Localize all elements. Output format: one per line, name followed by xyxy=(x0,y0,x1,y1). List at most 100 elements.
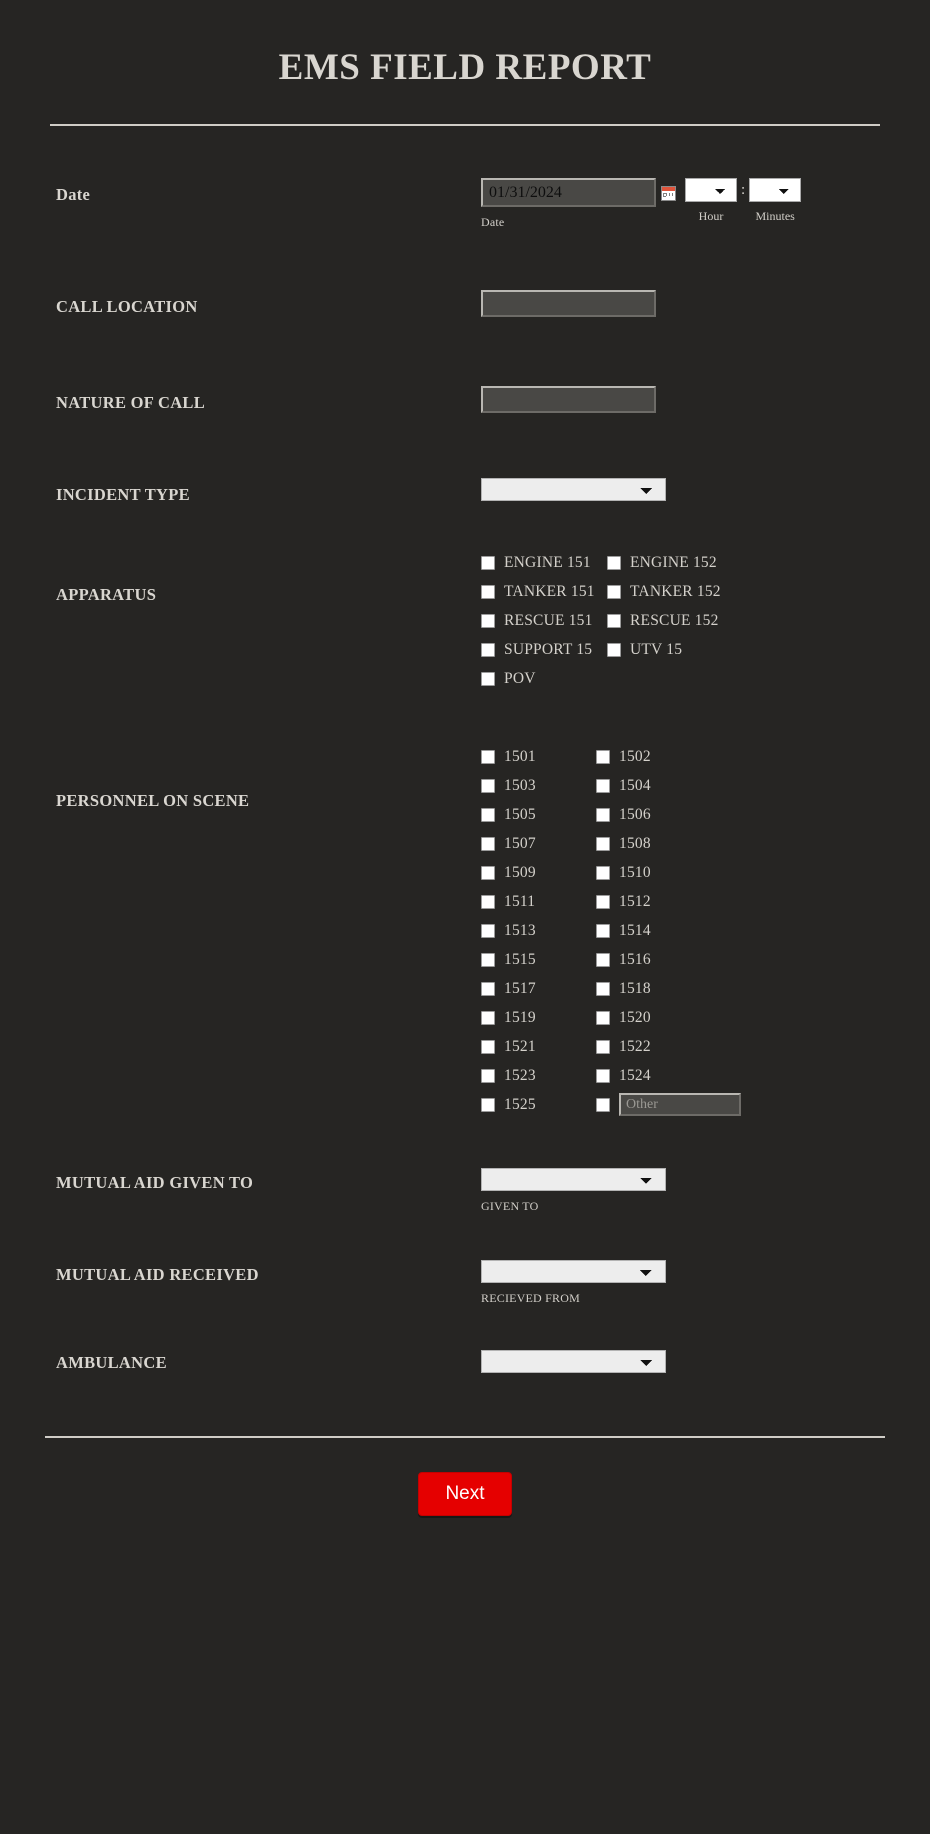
checkbox-engine-151[interactable] xyxy=(481,555,495,570)
checkbox-other[interactable] xyxy=(596,1097,610,1112)
ambulance-row: AMBULANCE xyxy=(0,1322,930,1402)
checkbox-option: 1510 xyxy=(596,858,651,887)
checkbox-label: 1516 xyxy=(619,950,651,968)
personnel-other-option xyxy=(596,1090,741,1119)
personnel-checkbox-grid: 1501 1502 1503 1504 1505 1506 1507 1508 1509 1510… xyxy=(481,742,900,1119)
checkbox-rescue-151[interactable] xyxy=(481,613,495,628)
mutual-aid-received-field: RECIEVED FROM xyxy=(481,1260,900,1306)
checkbox-label: 1522 xyxy=(619,1037,651,1055)
checkbox-1521[interactable] xyxy=(481,1039,495,1054)
mutual-aid-given-select[interactable] xyxy=(481,1168,666,1191)
checkbox-1520[interactable] xyxy=(596,1010,610,1025)
checkbox-option: 1523 xyxy=(481,1061,596,1090)
checkbox-1525[interactable] xyxy=(481,1097,495,1112)
checkbox-utv-15[interactable] xyxy=(607,642,621,657)
personnel-checkbox-row: 1517 1518 xyxy=(481,974,900,1003)
personnel-checkbox-row: 1513 1514 xyxy=(481,916,900,945)
personnel-checkbox-row-other: 1525 xyxy=(481,1090,900,1119)
calendar-icon[interactable] xyxy=(661,186,676,201)
report-form: Date Date Hour : xyxy=(0,126,930,1402)
checkbox-1522[interactable] xyxy=(596,1039,610,1054)
checkbox-label: TANKER 152 xyxy=(630,582,721,600)
checkbox-tanker-152[interactable] xyxy=(607,584,621,599)
checkbox-1514[interactable] xyxy=(596,923,610,938)
call-location-input[interactable] xyxy=(481,290,656,317)
checkbox-rescue-152[interactable] xyxy=(607,613,621,628)
minutes-select[interactable] xyxy=(749,178,802,202)
checkbox-1511[interactable] xyxy=(481,894,495,909)
checkbox-option: 1514 xyxy=(596,916,651,945)
checkbox-engine-152[interactable] xyxy=(607,555,621,570)
personnel-other-input[interactable] xyxy=(619,1093,741,1116)
checkbox-pov[interactable] xyxy=(481,671,495,686)
checkbox-label: POV xyxy=(504,669,536,687)
hour-select[interactable] xyxy=(685,178,737,202)
ambulance-select[interactable] xyxy=(481,1350,666,1373)
checkbox-tanker-151[interactable] xyxy=(481,584,495,599)
checkbox-option: 1513 xyxy=(481,916,596,945)
checkbox-option: 1504 xyxy=(596,771,651,800)
checkbox-label: 1502 xyxy=(619,747,651,765)
mutual-aid-given-field: GIVEN TO xyxy=(481,1168,900,1214)
checkbox-label: 1518 xyxy=(619,979,651,997)
call-location-label: CALL LOCATION xyxy=(56,297,198,316)
personnel-checkbox-row: 1501 1502 xyxy=(481,742,900,771)
apparatus-checkbox-row: POV xyxy=(481,664,900,693)
mutual-aid-received-select[interactable] xyxy=(481,1260,666,1283)
checkbox-label: TANKER 151 xyxy=(504,582,595,600)
apparatus-checkbox-row: ENGINE 151 ENGINE 152 xyxy=(481,548,900,577)
checkbox-1515[interactable] xyxy=(481,952,495,967)
checkbox-support-15[interactable] xyxy=(481,642,495,657)
checkbox-option: RESCUE 152 xyxy=(607,606,719,635)
mutual-aid-received-label: MUTUAL AID RECEIVED xyxy=(56,1265,259,1284)
checkbox-label: 1506 xyxy=(619,805,651,823)
checkbox-label: 1517 xyxy=(504,979,536,997)
mutual-aid-given-caption: GIVEN TO xyxy=(481,1199,539,1213)
checkbox-1505[interactable] xyxy=(481,807,495,822)
call-location-row: CALL LOCATION xyxy=(0,244,930,340)
personnel-checkbox-row: 1503 1504 xyxy=(481,771,900,800)
next-button[interactable]: Next xyxy=(418,1472,512,1516)
mutual-aid-received-row: MUTUAL AID RECEIVED RECIEVED FROM xyxy=(0,1230,930,1322)
checkbox-1501[interactable] xyxy=(481,749,495,764)
checkbox-1502[interactable] xyxy=(596,749,610,764)
date-input[interactable] xyxy=(481,178,656,207)
checkbox-1513[interactable] xyxy=(481,923,495,938)
apparatus-label: APPARATUS xyxy=(56,585,157,604)
checkbox-1524[interactable] xyxy=(596,1068,610,1083)
checkbox-label: 1504 xyxy=(619,776,651,794)
checkbox-option: 1512 xyxy=(596,887,651,916)
checkbox-label: 1509 xyxy=(504,863,536,881)
checkbox-label: 1519 xyxy=(504,1008,536,1026)
personnel-checkbox-row: 1511 1512 xyxy=(481,887,900,916)
checkbox-label: 1525 xyxy=(504,1095,536,1113)
personnel-label: PERSONNEL ON SCENE xyxy=(56,791,250,810)
checkbox-1523[interactable] xyxy=(481,1068,495,1083)
checkbox-1516[interactable] xyxy=(596,952,610,967)
incident-type-select[interactable] xyxy=(481,478,666,501)
form-footer: Next xyxy=(0,1438,930,1556)
apparatus-checkbox-grid: ENGINE 151 ENGINE 152 TANKER 151 TANKER 152… xyxy=(481,548,900,693)
date-label: Date xyxy=(56,185,91,204)
checkbox-option: 1521 xyxy=(481,1032,596,1061)
checkbox-label: 1521 xyxy=(504,1037,536,1055)
nature-of-call-input[interactable] xyxy=(481,386,656,413)
checkbox-1504[interactable] xyxy=(596,778,610,793)
checkbox-option: 1525 xyxy=(481,1090,596,1119)
ambulance-field xyxy=(481,1350,900,1373)
checkbox-1519[interactable] xyxy=(481,1010,495,1025)
personnel-checkbox-row: 1519 1520 xyxy=(481,1003,900,1032)
checkbox-1509[interactable] xyxy=(481,865,495,880)
apparatus-checkbox-row: TANKER 151 TANKER 152 xyxy=(481,577,900,606)
checkbox-1510[interactable] xyxy=(596,865,610,880)
apparatus-checkbox-row: RESCUE 151 RESCUE 152 xyxy=(481,606,900,635)
checkbox-1506[interactable] xyxy=(596,807,610,822)
checkbox-1503[interactable] xyxy=(481,778,495,793)
checkbox-1518[interactable] xyxy=(596,981,610,996)
checkbox-1517[interactable] xyxy=(481,981,495,996)
apparatus-row: APPARATUS ENGINE 151 ENGINE 152 TANKER 151… xyxy=(0,532,930,728)
checkbox-option: TANKER 151 xyxy=(481,577,607,606)
checkbox-1508[interactable] xyxy=(596,836,610,851)
checkbox-1507[interactable] xyxy=(481,836,495,851)
checkbox-1512[interactable] xyxy=(596,894,610,909)
